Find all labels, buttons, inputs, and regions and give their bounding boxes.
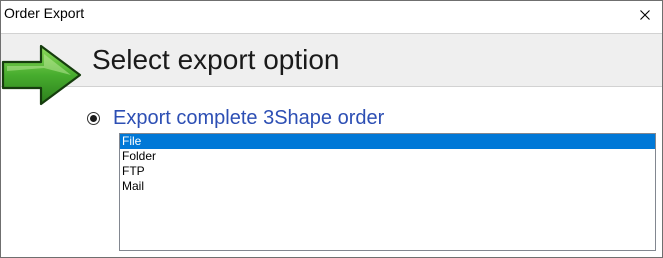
close-button[interactable] [628,1,662,28]
list-item-file[interactable]: File [120,134,655,149]
export-destination-list[interactable]: File Folder FTP Mail [119,133,656,251]
title-bar: Order Export [1,1,662,28]
export-complete-order-label: Export complete 3Shape order [113,106,385,129]
window-title: Order Export [4,5,85,21]
export-complete-order-radio[interactable]: Export complete 3Shape order [87,106,384,130]
header-band: Select export option [1,33,662,87]
radio-button[interactable] [87,111,100,125]
green-arrow-icon [1,44,82,106]
list-item-ftp[interactable]: FTP [120,164,655,179]
list-item-folder[interactable]: Folder [120,149,655,164]
page-title: Select export option [92,44,340,75]
list-item-mail[interactable]: Mail [120,179,655,194]
close-icon [640,9,650,20]
order-export-dialog: Order Export Select export option Export… [0,0,663,258]
